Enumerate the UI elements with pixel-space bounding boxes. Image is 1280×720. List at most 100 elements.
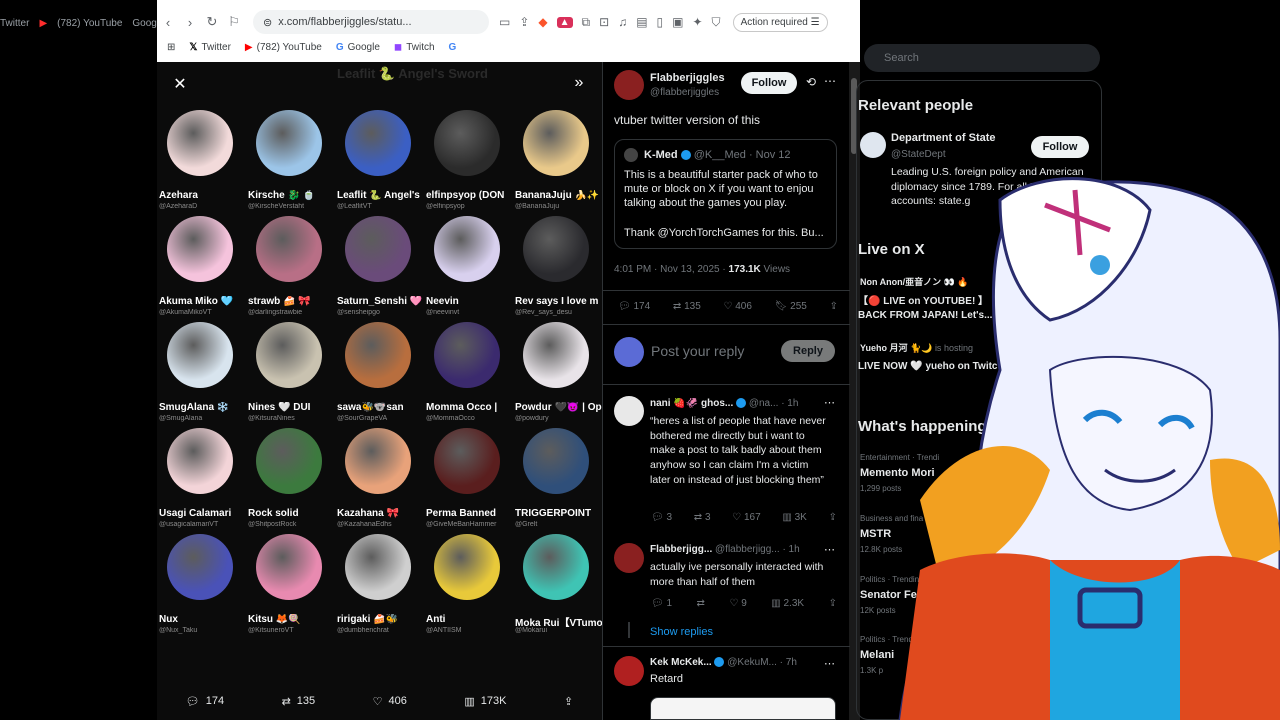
starter-pack-cell: Kirsche 🐉 🍵 @KirscheVerstaht xyxy=(246,108,335,214)
follow-button[interactable]: Follow xyxy=(741,72,797,94)
screenshot-icon[interactable]: ⊡ xyxy=(599,15,609,29)
close-icon[interactable]: ✕ xyxy=(170,74,190,94)
views-label: Views xyxy=(763,264,791,275)
share-icon[interactable]: ⇪ xyxy=(519,15,529,29)
more-icon[interactable]: ⋯ xyxy=(824,657,835,670)
reply-name[interactable]: Flabberjigg... xyxy=(650,544,712,555)
bookmark-twitter[interactable]: 𝕏 Twitter xyxy=(189,42,231,53)
reload-icon[interactable]: ↻ xyxy=(201,14,223,30)
views-button[interactable]: ▥ 3K xyxy=(782,512,806,523)
music-icon[interactable]: ♫ xyxy=(618,15,627,29)
bookmark-icon[interactable]: ⚐ xyxy=(223,14,245,30)
repost-button[interactable]: ⇄ 3 xyxy=(694,512,711,523)
state-dept-avatar[interactable] xyxy=(860,132,886,158)
forward-icon[interactable]: › xyxy=(179,15,201,30)
starter-pack-name: Usagi Calamari xyxy=(159,508,232,519)
like-button[interactable]: ♡ 406 xyxy=(373,695,407,708)
reply-button[interactable]: 💬︎ 1 xyxy=(651,598,672,609)
url-bar[interactable]: ⊜ x.com/flabberjiggles/statu... xyxy=(253,10,489,34)
starter-pack-name: strawb 🍰 🎀 xyxy=(248,296,311,307)
starter-pack-handle: @KirscheVerstaht xyxy=(248,203,305,210)
reply-handle[interactable]: @flabberjigg... xyxy=(715,544,780,555)
brave-rewards-icon[interactable]: ▲ xyxy=(556,16,573,28)
divider xyxy=(602,290,850,291)
starter-pack-handle: @GiveMeBanHammer xyxy=(426,521,497,528)
follow-button[interactable]: Follow xyxy=(1031,136,1089,158)
reply-action-bar: 💬︎ 1 ⇄ ♡ 9 ▥ 2.3K ⇪ xyxy=(651,598,837,609)
apps-icon[interactable]: ⊞ xyxy=(167,42,175,53)
starter-pack-name: ririgaki 🍰🐝 xyxy=(337,614,399,625)
reply-media[interactable] xyxy=(650,697,836,720)
views-button[interactable]: ▥ 2.3K xyxy=(771,598,804,609)
reply-avatar[interactable] xyxy=(614,396,644,426)
share-icon[interactable]: ⇪ xyxy=(829,512,837,523)
author-avatar[interactable] xyxy=(614,70,644,100)
relevant-people-title: Relevant people xyxy=(858,97,974,114)
share-icon[interactable]: ⇪ xyxy=(829,598,837,609)
more-icon[interactable]: ⋯ xyxy=(824,74,836,88)
grok-icon[interactable]: ⟲ xyxy=(806,75,816,89)
site-info-icon[interactable]: ⊜ xyxy=(263,16,272,29)
reply-name[interactable]: nani 🍓🦑 ghos... xyxy=(650,398,733,409)
more-icon[interactable]: ⋯ xyxy=(824,543,835,556)
bookmark-google[interactable]: G Google xyxy=(336,42,380,53)
vtuber-shirt xyxy=(1050,560,1180,720)
wallet-icon[interactable]: ▣ xyxy=(672,15,683,29)
repost-count: 135 xyxy=(296,695,316,707)
starter-pack-cell: Anti @ANTIISM xyxy=(424,532,513,638)
starter-pack-name: Neevin xyxy=(426,296,459,307)
more-icon[interactable]: ⋯ xyxy=(824,396,835,409)
repost-button[interactable]: ⇄ 135 xyxy=(673,301,701,312)
author-handle[interactable]: @flabberjiggles xyxy=(650,87,719,98)
starter-pack-name: BananaJuju 🍌✨ xyxy=(515,190,600,201)
reply-submit-button[interactable]: Reply xyxy=(781,340,835,362)
vpn-icon[interactable]: ⛉ xyxy=(712,15,721,30)
reply-avatar[interactable] xyxy=(614,656,644,686)
share-button[interactable]: ⇪ xyxy=(564,695,573,708)
show-replies-link[interactable]: Show replies xyxy=(650,626,713,638)
reply-handle[interactable]: @na... xyxy=(749,398,779,409)
extension-icon[interactable]: ⧉ xyxy=(582,15,591,30)
sidebar-icon[interactable]: ▯ xyxy=(657,15,664,29)
ai-icon[interactable]: ✦ xyxy=(692,15,702,29)
relevant-name[interactable]: Department of State xyxy=(891,132,996,144)
reply-button[interactable]: 💬︎ 3 xyxy=(651,512,672,523)
expand-icon[interactable]: » xyxy=(569,74,589,94)
bookmark-button[interactable]: 🔖︎ 255 xyxy=(775,301,807,312)
back-icon[interactable]: ‹ xyxy=(157,15,179,30)
share-icon[interactable]: ⇪ xyxy=(830,301,838,312)
author-name[interactable]: Flabberjiggles xyxy=(650,72,725,84)
starter-pack-handle: @sensheipgo xyxy=(337,309,380,316)
views-button[interactable]: ▥ 173K xyxy=(464,695,506,708)
bookmark-twitch[interactable]: ◼ Twitch xyxy=(394,42,435,53)
bookmark-label: Google xyxy=(347,41,380,53)
starter-pack-handle: @SourGrapeVA xyxy=(337,415,388,422)
reply-handle[interactable]: @KekuM... xyxy=(727,657,777,668)
repost-button[interactable]: ⇄ 135 xyxy=(282,695,316,708)
brave-shield-icon[interactable]: ◆ xyxy=(538,15,547,29)
bookmark-youtube[interactable]: ▶ (782) YouTube xyxy=(245,42,322,53)
repost-count: 3 xyxy=(704,512,711,523)
reply-text: Retard xyxy=(650,673,684,685)
reply-button[interactable]: 💬︎ 174 xyxy=(618,301,650,312)
starter-pack-avatar xyxy=(345,534,411,600)
post-meta: 4:01 PM · Nov 13, 2025 · 173.1K Views xyxy=(614,264,790,275)
search-input[interactable]: Search xyxy=(864,44,1100,72)
install-icon[interactable]: ▭ xyxy=(499,15,510,29)
starter-pack-cell: Momma Occo | @MommaOcco xyxy=(424,320,513,426)
bookmark-google-2[interactable]: G xyxy=(449,42,457,53)
reply-input[interactable]: Post your reply xyxy=(651,343,744,359)
reply-button[interactable]: 💬︎ 174 xyxy=(186,695,224,708)
like-button[interactable]: ♡ 406 xyxy=(724,301,752,312)
reader-icon[interactable]: ▤ xyxy=(636,15,647,29)
repost-button[interactable]: ⇄ xyxy=(697,598,705,609)
like-button[interactable]: ♡ 167 xyxy=(732,512,760,523)
relevant-handle[interactable]: @StateDept xyxy=(891,149,946,160)
like-button[interactable]: ♡ 9 xyxy=(729,598,746,609)
starter-pack-handle: @usagicalamariVT xyxy=(159,521,219,528)
like-count: 167 xyxy=(743,512,761,523)
reply-name[interactable]: Kek McKek... xyxy=(650,657,712,668)
starter-pack-avatar xyxy=(167,428,233,494)
action-required-button[interactable]: Action required ☰ xyxy=(732,12,828,32)
reply-avatar[interactable] xyxy=(614,543,644,573)
